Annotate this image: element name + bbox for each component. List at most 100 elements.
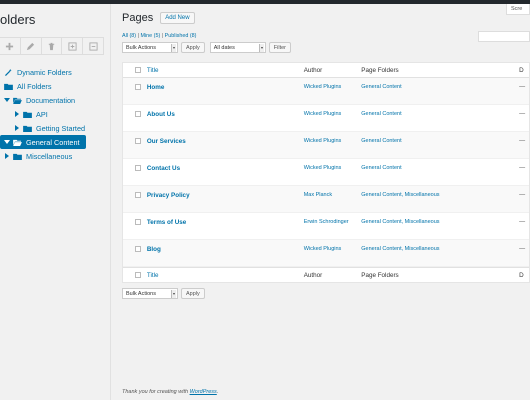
chevron-right-icon[interactable] — [4, 153, 10, 159]
tree-item-general-content[interactable]: General Content — [0, 135, 86, 149]
row-title-link[interactable]: Privacy Policy — [147, 192, 304, 199]
row-checkbox[interactable] — [134, 111, 141, 117]
tree-item-all-folders[interactable]: All Folders — [0, 79, 111, 93]
tree-item-label: Documentation — [26, 95, 76, 105]
collapse-icon — [89, 42, 98, 51]
collapse-all-button[interactable] — [83, 38, 104, 55]
chevron-down-icon[interactable] — [4, 97, 10, 103]
row-title-link[interactable]: Contact Us — [147, 165, 304, 172]
row-title-link[interactable]: Blog — [147, 246, 304, 253]
row-author-link[interactable]: Erwin Schrodinger — [304, 219, 362, 227]
tablenav-top: Bulk Actions Apply All dates Filter — [122, 42, 291, 53]
column-title-footer[interactable]: Title — [147, 272, 304, 279]
row-author-link[interactable]: Wicked Plugins — [304, 111, 362, 119]
folder-icon — [4, 83, 13, 90]
chevron-right-icon[interactable] — [14, 125, 20, 131]
folder-pane-title: olders — [0, 12, 36, 27]
row-author-link[interactable]: Wicked Plugins — [304, 246, 362, 254]
page-header: Pages Add New — [122, 12, 195, 24]
row-folders-link[interactable]: General Content, Miscellaneous — [361, 192, 519, 198]
bulk-actions-select-bottom[interactable]: Bulk Actions — [122, 288, 178, 299]
table-row: Terms of Use Erwin Schrodinger General C… — [123, 213, 529, 240]
row-checkbox-cell — [123, 165, 147, 171]
screen-options-button[interactable]: Scre — [506, 4, 530, 15]
bulk-actions-value: Bulk Actions — [126, 44, 156, 51]
table-row: Privacy Policy Max Planck General Conten… — [123, 186, 529, 213]
row-date: — — [519, 111, 526, 117]
row-date: — — [519, 246, 526, 252]
page-title: Pages — [122, 12, 154, 24]
filter-published-link[interactable]: Published (8) — [165, 33, 197, 39]
search-input[interactable] — [478, 31, 530, 42]
filter-button[interactable]: Filter — [268, 42, 291, 53]
chevron-down-icon[interactable] — [4, 139, 10, 145]
table-body: Home Wicked Plugins General Content — Ab… — [123, 78, 529, 267]
column-date-header[interactable]: D — [519, 67, 529, 74]
row-author-link[interactable]: Wicked Plugins — [304, 165, 362, 173]
row-title-link[interactable]: Terms of Use — [147, 219, 304, 226]
row-title-link[interactable]: Home — [147, 84, 304, 91]
row-folders-link[interactable]: General Content, Miscellaneous — [361, 219, 519, 225]
add-new-button[interactable]: Add New — [160, 12, 195, 24]
folder-icon — [23, 125, 32, 132]
row-folders-link[interactable]: General Content — [361, 165, 519, 171]
edit-folder-button[interactable] — [21, 38, 42, 55]
table-footer: Title Author Page Folders D — [123, 267, 529, 282]
row-checkbox-cell — [123, 138, 147, 144]
row-folders-link[interactable]: General Content — [361, 111, 519, 117]
add-icon — [6, 42, 14, 51]
expand-all-button[interactable] — [62, 38, 84, 55]
select-all-checkbox[interactable] — [134, 272, 141, 278]
tree-item-documentation[interactable]: Documentation — [0, 93, 111, 107]
tree-item-dynamic-folders[interactable]: Dynamic Folders — [0, 65, 111, 79]
row-date: — — [519, 84, 526, 90]
table-row: Home Wicked Plugins General Content — — [123, 78, 529, 105]
row-author-link[interactable]: Wicked Plugins — [304, 84, 362, 92]
status-filters: All (8) | Mine (5) | Published (8) — [122, 33, 196, 39]
column-date-footer[interactable]: D — [519, 272, 529, 279]
row-date: — — [519, 165, 526, 171]
pages-table: Title Author Page Folders D Home Wicked … — [122, 62, 530, 283]
chevron-right-icon[interactable] — [14, 111, 20, 117]
filter-all-link[interactable]: All (8) — [122, 33, 136, 39]
footer-text: Thank you for creating with — [122, 389, 190, 395]
wordpress-link[interactable]: WordPress — [190, 389, 217, 395]
row-checkbox[interactable] — [134, 192, 141, 198]
row-folders-link[interactable]: General Content — [361, 138, 519, 144]
delete-folder-button[interactable] — [42, 38, 63, 55]
row-checkbox[interactable] — [134, 138, 141, 144]
row-author-link[interactable]: Wicked Plugins — [304, 138, 362, 146]
row-folders-link[interactable]: General Content — [361, 84, 519, 90]
table-header: Title Author Page Folders D — [123, 63, 529, 78]
folder-open-icon — [13, 97, 22, 104]
dates-value: All dates — [213, 44, 235, 51]
bulk-actions-select[interactable]: Bulk Actions — [122, 42, 178, 53]
row-folders-link[interactable]: General Content, Miscellaneous — [361, 246, 519, 252]
row-checkbox[interactable] — [134, 246, 141, 252]
tree-item-miscellaneous[interactable]: Miscellaneous — [0, 149, 111, 163]
row-author-link[interactable]: Max Planck — [304, 192, 362, 200]
pencil-icon — [27, 42, 35, 51]
row-checkbox[interactable] — [134, 165, 141, 171]
row-checkbox[interactable] — [134, 84, 141, 90]
dates-select[interactable]: All dates — [209, 42, 266, 53]
row-title-link[interactable]: About Us — [147, 111, 304, 118]
column-folders-header: Page Folders — [361, 66, 399, 74]
filter-mine-link[interactable]: Mine (5) — [140, 33, 160, 39]
select-all-checkbox[interactable] — [134, 67, 141, 73]
row-title-link[interactable]: Our Services — [147, 138, 304, 145]
tree-item-label: Getting Started — [36, 123, 86, 133]
tree-item-label: General Content — [26, 137, 80, 147]
footer-end: . — [216, 389, 219, 395]
chevron-down-icon — [171, 290, 176, 298]
tree-item-getting-started[interactable]: Getting Started — [0, 121, 111, 135]
row-checkbox[interactable] — [134, 219, 141, 225]
main-content: Scre Pages Add New All (8) | Mine (5) | … — [122, 4, 530, 400]
expand-icon — [68, 42, 77, 51]
row-checkbox-cell — [123, 192, 147, 198]
column-title-header[interactable]: Title — [147, 67, 304, 74]
apply-button[interactable]: Apply — [181, 42, 205, 53]
tree-item-api[interactable]: API — [0, 107, 111, 121]
apply-button-bottom[interactable]: Apply — [181, 288, 205, 299]
add-folder-button[interactable] — [0, 38, 21, 55]
